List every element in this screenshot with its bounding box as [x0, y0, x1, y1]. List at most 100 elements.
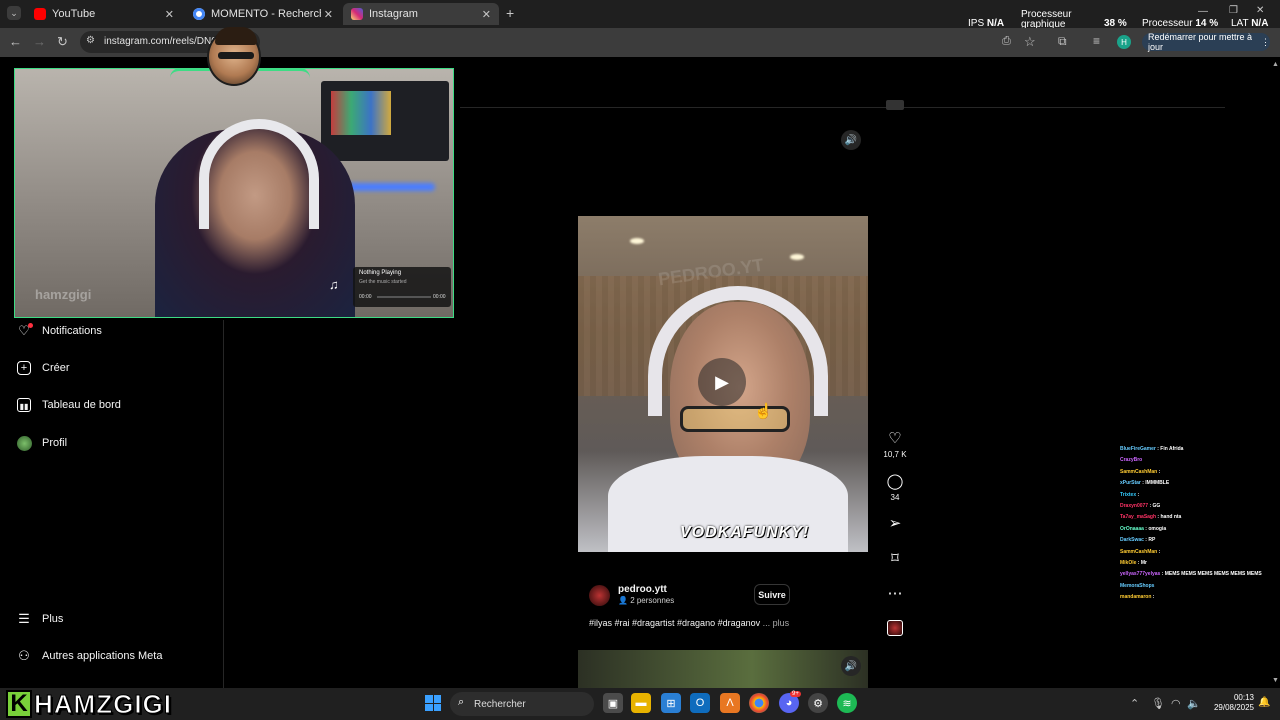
clock-date: 29/08/2025	[1213, 703, 1254, 712]
page-scrollbar[interactable]: ▲ ▼	[1271, 57, 1280, 688]
next-reel-preview[interactable]	[578, 650, 868, 688]
tab-search-chevron-icon[interactable]: ⌄	[7, 6, 21, 20]
chat-username: CrazyBro	[1120, 457, 1143, 464]
chat-text: :	[1151, 594, 1155, 601]
sidebar-item-more[interactable]: ☰ Plus	[16, 608, 63, 630]
chrome-icon[interactable]	[749, 693, 769, 713]
now-playing-subtitle: Get the music started	[359, 279, 407, 285]
background-tv	[321, 81, 449, 161]
tray-chevron-icon[interactable]: ⌃	[1130, 697, 1139, 710]
streamer-logo: K HAMZGIGI	[6, 688, 172, 719]
spotify-icon[interactable]: ≋	[837, 693, 857, 713]
file-explorer-icon[interactable]: ▬	[631, 693, 651, 713]
chat-message: CrazyBro	[1120, 457, 1142, 463]
profile-avatar-icon[interactable]: H	[1117, 35, 1131, 49]
wifi-icon[interactable]: ◠	[1171, 697, 1181, 710]
sidebar-item-dashboard[interactable]: ▮▮ Tableau de bord	[16, 394, 121, 416]
tab-title: YouTube	[52, 8, 96, 20]
perf-gpu-label: Processeur graphique	[1021, 9, 1072, 30]
discord-badge: 9+	[790, 691, 801, 697]
volume-icon[interactable]: 🔈	[1187, 697, 1201, 710]
chat-message: SammCashMan :	[1120, 549, 1160, 555]
play-icon[interactable]: ▶	[698, 358, 746, 406]
like-count: 10,7 K	[883, 450, 907, 459]
chat-username: mandamaron	[1120, 594, 1152, 601]
sidebar-item-create[interactable]: + Créer	[16, 357, 70, 379]
save-bookmark-icon[interactable]: ⌑	[884, 549, 906, 567]
store-icon[interactable]: ⊞	[661, 693, 681, 713]
sidebar-item-label: Profil	[42, 437, 68, 449]
like-icon[interactable]: ♡	[884, 429, 906, 447]
more-options-icon[interactable]: ⋯	[884, 584, 906, 602]
plus-square-icon: +	[16, 360, 32, 376]
close-window-icon[interactable]: ✕	[1256, 5, 1264, 16]
media-controls-icon[interactable]: ≡	[1093, 34, 1100, 48]
chat-username: SammCashMan	[1120, 468, 1158, 475]
sidebar-item-profile[interactable]: Profil	[16, 432, 67, 454]
bookmark-star-icon[interactable]: ☆	[1024, 34, 1036, 50]
tab-google[interactable]: MOMENTO - Recherche Google ✕	[185, 3, 341, 25]
prev-reel-avatar[interactable]	[886, 100, 904, 110]
instagram-favicon-icon	[351, 8, 363, 20]
taskbar-search[interactable]: ⌕ Rechercher	[450, 692, 594, 716]
chat-message: OrOnaaaa : omogia	[1120, 526, 1166, 532]
chat-text: : RP	[1143, 537, 1156, 544]
windows-start-icon[interactable]	[425, 695, 441, 711]
microphone-icon[interactable]: 🎙	[1151, 697, 1165, 710]
follow-button[interactable]: Suivre	[754, 584, 790, 605]
profile-avatar	[16, 435, 32, 451]
menu-icon: ☰	[18, 611, 30, 626]
steam-icon[interactable]: ⚙	[808, 693, 828, 713]
comment-icon[interactable]: ◯	[884, 472, 906, 490]
sidebar-item-meta-apps[interactable]: ⚇ Autres applications Meta	[16, 645, 162, 667]
chat-message: MemoraShops	[1120, 583, 1154, 589]
site-info-icon[interactable]: ⚙	[86, 35, 95, 46]
notification-bell-icon[interactable]: 🔔	[1258, 697, 1270, 708]
task-view-icon[interactable]: ▣	[603, 693, 623, 713]
chat-message: mandamaron :	[1120, 594, 1154, 600]
reel-hashtags: #ilyas #rai #dragartist #dragano #dragan…	[589, 618, 789, 628]
share-icon[interactable]: ➢	[884, 514, 906, 532]
tab-title: MOMENTO - Recherche Google	[211, 8, 321, 20]
chat-text: : Fin Afrida	[1155, 446, 1184, 452]
now-playing-widget: ♫ Nothing Playing Get the music started …	[329, 267, 451, 307]
app-icon[interactable]: Λ	[720, 693, 740, 713]
close-tab-icon[interactable]: ✕	[165, 8, 174, 21]
minimize-icon[interactable]: —	[1198, 6, 1208, 17]
logo-k: K	[6, 690, 32, 718]
mute-toggle-icon[interactable]: 🔊	[841, 656, 861, 676]
tab-instagram[interactable]: Instagram ✕	[343, 3, 499, 25]
outlook-icon[interactable]: O	[690, 693, 710, 713]
chat-text: : IMMMBLE	[1140, 480, 1170, 487]
close-tab-icon[interactable]: ✕	[482, 8, 491, 21]
install-app-icon[interactable]: ⎙	[1002, 35, 1011, 48]
logo-text: HAMZGIGI	[34, 688, 172, 719]
author-avatar[interactable]	[589, 585, 610, 606]
more-link[interactable]: ... plus	[763, 618, 790, 628]
forward-icon[interactable]: →	[33, 34, 46, 49]
chat-username: OrOnaaaa	[1120, 525, 1144, 532]
author-username[interactable]: pedroo.ytt	[618, 584, 667, 595]
restart-update-button[interactable]: Redémarrer pour mettre à jour ⋮	[1142, 32, 1270, 52]
new-tab-button[interactable]: +	[506, 5, 514, 21]
close-tab-icon[interactable]: ✕	[324, 8, 333, 21]
sidebar-divider	[223, 320, 224, 688]
sidebar-item-notifications[interactable]: ♡ Notifications	[16, 320, 102, 342]
sidebar-item-label: Plus	[42, 613, 64, 625]
google-favicon-icon	[193, 8, 205, 20]
restore-icon[interactable]: ❐	[1229, 5, 1238, 16]
reload-icon[interactable]: ↻	[57, 34, 68, 50]
audio-thumbnail[interactable]	[887, 620, 903, 636]
restart-label: Redémarrer pour mettre à jour	[1148, 32, 1253, 52]
kebab-menu-icon: ⋮	[1261, 36, 1270, 47]
chat-text: : hand nta	[1156, 514, 1182, 521]
tab-youtube[interactable]: YouTube ✕	[26, 3, 182, 25]
mute-toggle-icon[interactable]: 🔊	[841, 130, 861, 150]
back-icon[interactable]: ←	[9, 34, 22, 49]
extensions-icon[interactable]: ⧉	[1058, 34, 1067, 49]
webcam-watermark: hamzgigi	[35, 287, 92, 302]
reel-caption-overlay: VODKAFUNKY!	[680, 524, 810, 541]
chat-text: :	[1136, 491, 1140, 498]
taskbar-clock[interactable]: 00:13 29/08/2025	[1208, 693, 1254, 713]
heart-icon: ♡	[16, 323, 33, 339]
